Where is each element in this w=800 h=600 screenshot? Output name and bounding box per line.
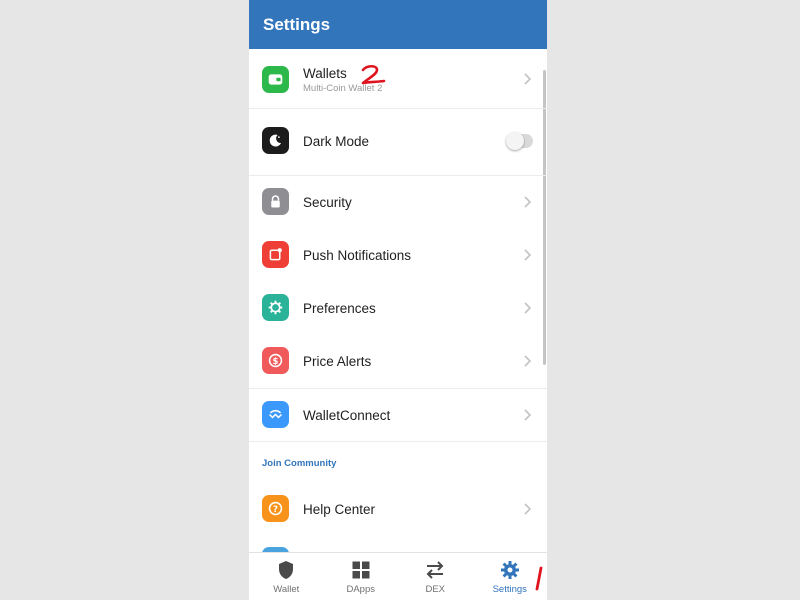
chevron-right-icon: [524, 73, 532, 85]
settings-item-wallets[interactable]: Wallets Multi-Coin Wallet 2: [249, 56, 547, 102]
settings-item-label: Preferences: [303, 301, 376, 316]
tab-wallet[interactable]: Wallet: [249, 553, 324, 600]
settings-item-label: WalletConnect: [303, 408, 391, 423]
annotation-number-1: [535, 566, 543, 591]
settings-item-price-alerts[interactable]: $ Price Alerts: [249, 337, 547, 383]
chevron-right-icon: [524, 409, 532, 421]
tab-label: Wallet: [273, 584, 300, 595]
tab-label: DApps: [346, 584, 375, 595]
settings-item-label: Price Alerts: [303, 354, 372, 369]
settings-item-help-center[interactable]: ? Help Center: [249, 485, 547, 531]
divider: [249, 108, 547, 109]
grid-icon: [352, 561, 370, 579]
settings-item-label: Security: [303, 195, 352, 210]
phone-screen: Settings Wallets Multi-Coin Wallet 2 Dar…: [249, 0, 547, 600]
page-title: Settings: [263, 14, 331, 34]
tab-label: Settings: [492, 584, 527, 595]
dollar-icon: $: [262, 347, 289, 374]
chevron-right-icon: [524, 355, 532, 367]
svg-text:?: ?: [273, 505, 278, 515]
settings-item-label: Wallets: [303, 66, 347, 81]
app-header: Settings: [249, 0, 547, 49]
walletconnect-icon: [262, 401, 289, 428]
section-title-join-community: Join Community: [262, 458, 337, 469]
wallet-icon: [262, 65, 289, 93]
gear-icon: [262, 294, 289, 321]
chevron-right-icon: [524, 302, 532, 314]
chevron-right-icon: [524, 196, 532, 208]
settings-item-push-notifications[interactable]: Push Notifications: [249, 231, 547, 277]
settings-item-security[interactable]: Security: [249, 178, 547, 224]
dark-mode-toggle[interactable]: [506, 132, 533, 150]
divider: [249, 175, 547, 176]
chevron-right-icon: [524, 249, 532, 261]
swap-icon: [426, 561, 444, 579]
lock-icon: [262, 188, 289, 215]
bottom-tab-bar: Wallet DApps DEX Settings: [249, 552, 547, 600]
chevron-right-icon: [524, 503, 532, 515]
svg-text:$: $: [273, 357, 279, 367]
settings-item-label: Dark Mode: [303, 134, 370, 149]
gear-icon: [500, 561, 519, 579]
settings-item-preferences[interactable]: Preferences: [249, 284, 547, 330]
annotation-number-2: [361, 64, 386, 85]
settings-item-dark-mode[interactable]: Dark Mode: [249, 118, 547, 164]
settings-item-label: Help Center: [303, 502, 376, 517]
help-icon: ?: [262, 495, 289, 522]
toggle-knob: [506, 132, 524, 150]
divider: [249, 388, 547, 389]
moon-icon: [262, 127, 289, 154]
notification-icon: [262, 241, 289, 268]
tab-label: DEX: [425, 584, 446, 595]
tab-dex[interactable]: DEX: [398, 553, 473, 600]
divider: [249, 441, 547, 442]
tab-dapps[interactable]: DApps: [324, 553, 399, 600]
settings-item-walletconnect[interactable]: WalletConnect: [249, 391, 547, 437]
shield-icon: [279, 561, 294, 579]
settings-item-label: Push Notifications: [303, 248, 412, 263]
